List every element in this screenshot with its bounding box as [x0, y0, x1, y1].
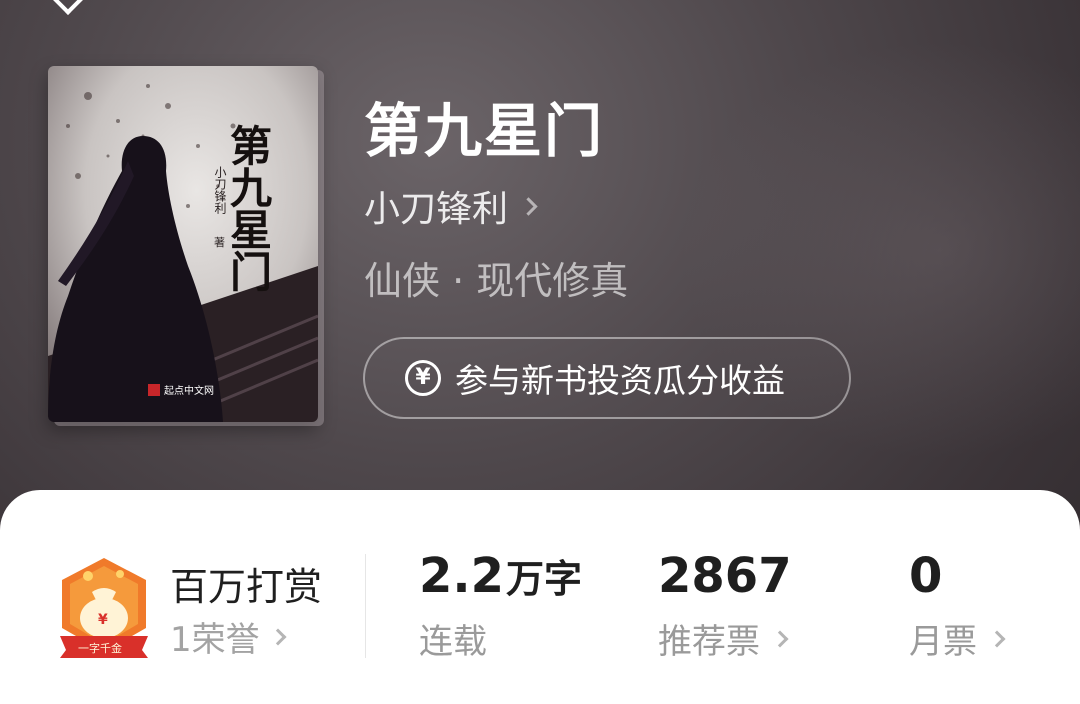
chevron-right-icon	[771, 630, 789, 647]
svg-text:¥: ¥	[98, 612, 108, 628]
recommend-label: 推荐票	[658, 622, 760, 662]
recommend-value: 2867	[658, 548, 792, 604]
yen-circle-icon: ¥	[405, 360, 441, 396]
monthly-label: 月票	[909, 622, 977, 662]
cover-publisher: 起点中文网	[164, 384, 214, 397]
book-detail-page: 第九星门 小刀锋利 著 起点中文网 第九星门 小刀锋利 仙侠 · 现代修真 ¥ …	[0, 0, 1080, 704]
money-bag-badge-icon: ¥ 一字千金	[60, 558, 148, 658]
serial-status: 连载	[419, 622, 487, 662]
chevron-right-icon	[519, 196, 538, 216]
reward-entry[interactable]: ¥ 一字千金 百万打赏 1荣誉	[48, 556, 368, 666]
stat-monthly-tickets[interactable]: 0 月票	[909, 548, 1006, 663]
book-title: 第九星门	[364, 97, 605, 165]
chevron-right-icon	[269, 628, 287, 645]
monthly-value: 0	[909, 548, 943, 604]
cover-author: 小刀锋利	[213, 166, 227, 214]
reward-title: 百万打赏	[170, 565, 323, 609]
word-count-unit: 万字	[506, 557, 583, 601]
stat-recommend-tickets[interactable]: 2867 推荐票	[658, 548, 792, 663]
chevron-right-icon	[988, 630, 1006, 647]
stat-word-count: 2.2 万字 连载	[419, 548, 582, 663]
back-arrow-icon[interactable]	[51, 0, 85, 15]
divider	[365, 554, 366, 658]
cover-author-suffix: 著	[214, 235, 225, 249]
stats-card: ¥ 一字千金 百万打赏 1荣誉 2.2 万字 连载 2867 推荐票 0 月票	[0, 490, 1080, 704]
cover-title-char: 第九星门	[224, 124, 273, 292]
genre-tags: 仙侠 · 现代修真	[364, 259, 629, 303]
author-link[interactable]: 小刀锋利	[364, 182, 538, 230]
reward-honor: 1荣誉	[170, 620, 260, 660]
reward-honor-row: 1荣誉	[170, 612, 287, 661]
invest-label: 参与新书投资瓜分收益	[455, 361, 785, 400]
word-count-value: 2.2	[419, 548, 505, 604]
book-cover[interactable]: 第九星门 小刀锋利 著 起点中文网	[48, 66, 318, 422]
badge-text: 一字千金	[78, 641, 122, 655]
author-name: 小刀锋利	[364, 189, 509, 230]
invest-button[interactable]: ¥ 参与新书投资瓜分收益	[363, 337, 851, 419]
